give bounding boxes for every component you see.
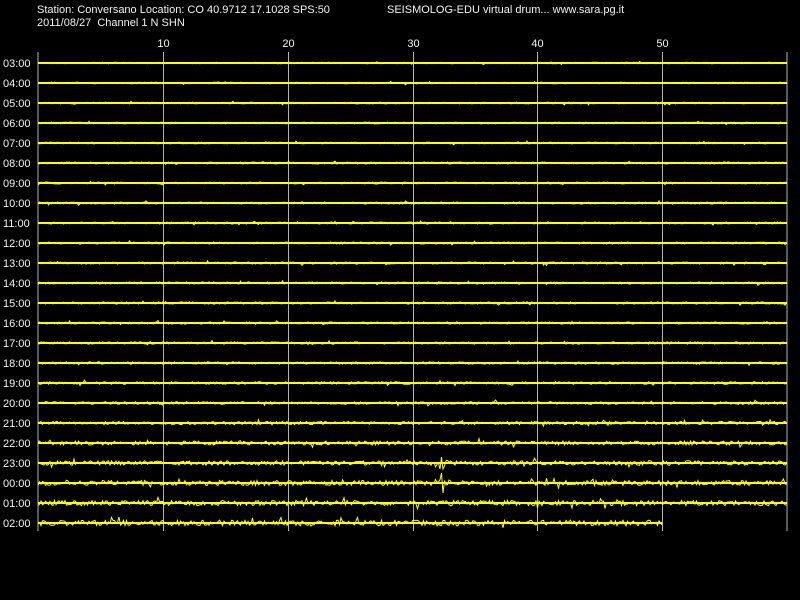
row-time-label: 13:00 xyxy=(3,258,31,270)
x-tick-label: 30 xyxy=(407,38,419,50)
trace-signal xyxy=(37,199,787,206)
row-time-label: 12:00 xyxy=(3,238,31,250)
row-time-label: 15:00 xyxy=(3,298,31,310)
row-time-label: 19:00 xyxy=(3,378,31,390)
trace-signal xyxy=(37,239,787,246)
x-tick-labels: 10 20 30 40 50 xyxy=(157,38,668,50)
row-time-label: 06:00 xyxy=(3,118,31,130)
row-time-label: 21:00 xyxy=(3,418,31,430)
seismogram-drum: 10 20 30 40 50 03:00 04:00 05:00 06:00 07:00 08:0… xyxy=(3,38,788,531)
row-time-label: 17:00 xyxy=(3,338,31,350)
row-time-label: 08:00 xyxy=(3,158,31,170)
row-time-label: 00:00 xyxy=(3,478,31,490)
x-tick-label: 10 xyxy=(157,38,169,50)
row-time-label: 05:00 xyxy=(3,98,31,110)
row-time-label: 16:00 xyxy=(3,318,31,330)
row-time-label: 07:00 xyxy=(3,138,31,150)
x-tick-label: 20 xyxy=(282,38,294,50)
row-time-label: 01:00 xyxy=(3,498,31,510)
trace-signal xyxy=(37,418,787,428)
row-time-label: 22:00 xyxy=(3,438,31,450)
row-time-label: 23:00 xyxy=(3,458,31,470)
row-time-label: 10:00 xyxy=(3,198,31,210)
row-time-label: 04:00 xyxy=(3,78,31,90)
row-time-label: 09:00 xyxy=(3,178,31,190)
row-time-label: 20:00 xyxy=(3,398,31,410)
trace-rows: 03:00 04:00 05:00 06:00 07:00 08:00 09:00 10:00… xyxy=(3,58,787,530)
x-tick-label: 40 xyxy=(531,38,543,50)
x-tick-label: 50 xyxy=(656,38,668,50)
row-time-label: 11:00 xyxy=(3,218,30,230)
row-time-label: 03:00 xyxy=(3,58,31,70)
row-time-label: 02:00 xyxy=(3,518,31,530)
row-time-label: 18:00 xyxy=(3,358,31,370)
row-time-label: 14:00 xyxy=(3,278,31,290)
